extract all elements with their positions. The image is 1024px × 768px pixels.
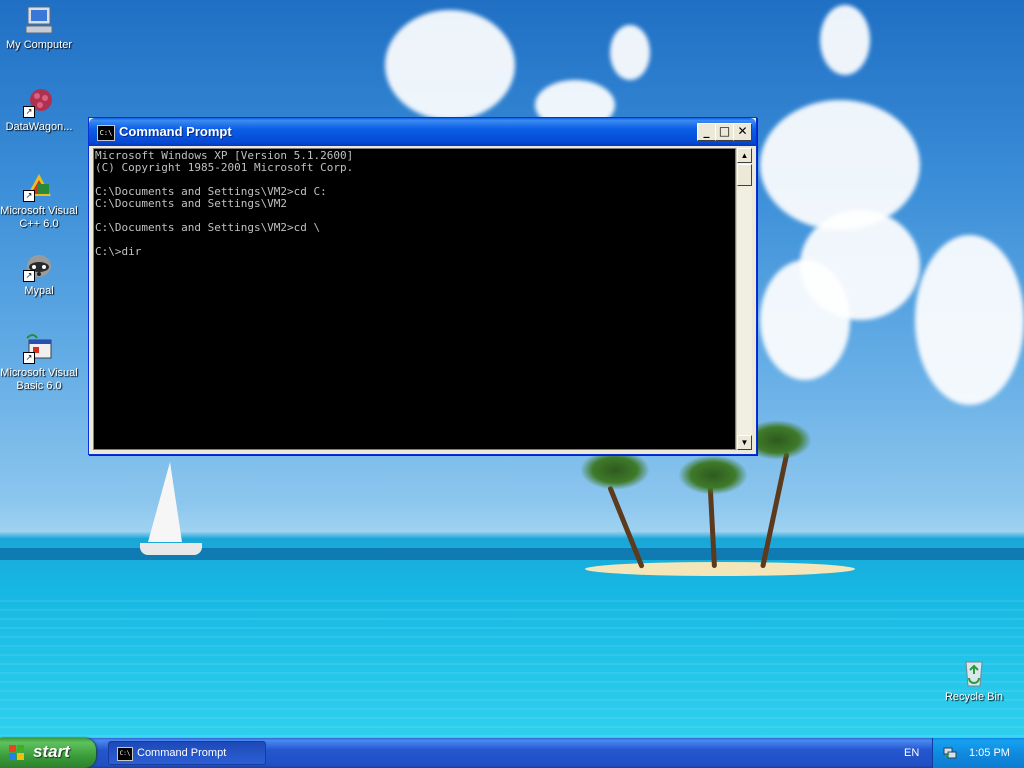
wallpaper-sailboat [148,462,182,542]
my-computer-icon [23,4,55,36]
visual-cpp-icon: ↗ [23,170,55,202]
console-output-area[interactable]: Microsoft Windows XP [Version 5.1.2600] … [93,148,736,450]
start-button[interactable]: start [0,738,96,768]
shortcut-arrow-icon: ↗ [23,352,35,364]
wallpaper-sailboat-hull [140,543,202,555]
taskbar: start C:\ Command Prompt EN 1:05 PM [0,738,1024,768]
shortcut-arrow-icon: ↗ [23,190,35,202]
wallpaper-cloud [385,10,515,120]
shortcut-arrow-icon: ↗ [23,270,35,282]
taskbar-button-command-prompt[interactable]: C:\ Command Prompt [108,741,266,765]
scrollbar-thumb[interactable] [737,164,752,186]
scroll-down-arrow-icon[interactable]: ▼ [737,435,752,450]
recycle-bin-icon [958,656,990,688]
desktop-icon-visual-cpp[interactable]: ↗ Microsoft Visual C++ 6.0 [0,170,79,231]
wallpaper-cloud [820,5,870,75]
command-prompt-window[interactable]: C:\ Command Prompt _ □ ✕ Microsoft Windo… [88,117,757,455]
desktop-icon-label: My Computer [5,39,73,51]
desktop-icon-label: Microsoft Visual Basic 6.0 [0,367,78,392]
desktop-icon-my-computer[interactable]: My Computer [0,4,79,52]
maximize-button[interactable]: □ [715,123,734,141]
desktop-icon-datawagon[interactable]: ↗ DataWagon... [0,86,79,134]
language-indicator[interactable]: EN [904,747,919,759]
wallpaper-palm [580,450,650,490]
wallpaper-sea [0,600,1024,738]
console-app-icon: C:\ [117,747,133,761]
windows-flag-icon [9,745,25,761]
visual-basic-icon: ↗ [23,332,55,364]
wallpaper-island [585,562,855,576]
console-app-icon[interactable]: C:\ [97,125,115,141]
window-title: Command Prompt [119,124,232,139]
desktop-icon-visual-basic[interactable]: ↗ Microsoft Visual Basic 6.0 [0,332,79,393]
close-button[interactable]: ✕ [733,123,752,141]
scroll-up-arrow-icon[interactable]: ▲ [737,148,752,163]
console-text: Microsoft Windows XP [Version 5.1.2600] … [95,149,354,258]
system-tray: 1:05 PM [932,738,1024,768]
wallpaper-cloud [915,235,1024,405]
vertical-scrollbar[interactable]: ▲ ▼ [736,148,752,450]
minimize-button[interactable]: _ [697,123,716,141]
wallpaper-cloud [760,260,850,380]
desktop-icon-label: Recycle Bin [944,691,1004,703]
start-label: start [33,742,70,761]
window-title-bar[interactable]: C:\ Command Prompt _ □ ✕ [89,118,756,146]
shortcut-arrow-icon: ↗ [23,106,35,118]
desktop-icon-label: Microsoft Visual C++ 6.0 [0,205,78,230]
wallpaper-palm [678,455,748,495]
system-clock[interactable]: 1:05 PM [969,747,1010,759]
desktop-icon-label: Mypal [24,285,54,297]
desktop-icon-mypal[interactable]: ↗ Mypal [0,250,79,298]
datawagon-icon: ↗ [23,86,55,118]
taskbar-button-label: Command Prompt [137,747,227,759]
wallpaper-cloud [610,25,650,80]
mypal-raccoon-icon: ↗ [23,250,55,282]
desktop-icon-label: DataWagon... [5,121,73,133]
desktop-icon-recycle-bin[interactable]: Recycle Bin [934,656,1014,704]
network-tray-icon[interactable] [943,746,957,760]
wallpaper-cloud [760,100,920,230]
